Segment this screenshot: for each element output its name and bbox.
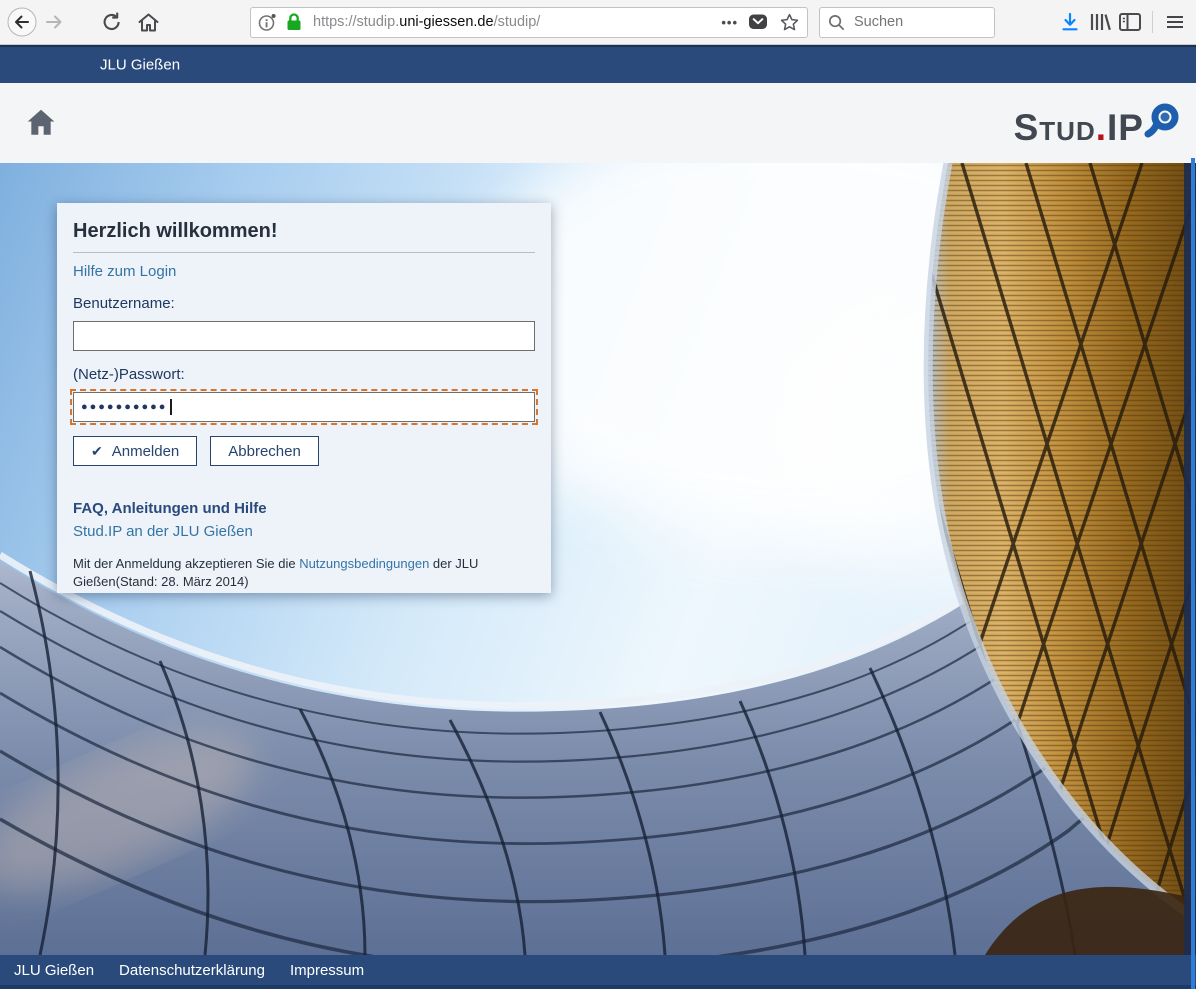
studip-jlu-link[interactable]: Stud.IP an der JLU Gießen [73,523,535,540]
login-card: Herzlich willkommen! Hilfe zum Login Ben… [57,203,551,593]
downloads-button[interactable] [1055,6,1085,38]
download-icon [1058,10,1082,34]
forward-icon [40,8,68,36]
browser-toolbar: https://studip.uni-giessen.de/studip/ ••… [0,0,1196,45]
search-input[interactable] [852,13,976,31]
library-icon [1086,9,1114,35]
login-help-link[interactable]: Hilfe zum Login [73,263,535,280]
url-text: https://studip.uni-giessen.de/studip/ [313,14,715,30]
faq-link[interactable]: FAQ, Anleitungen und Hilfe [73,500,535,517]
footer-link-privacy[interactable]: Datenschutzerklärung [119,962,265,979]
site-header: Stud.IP [0,83,1196,163]
terms-text: Mit der Anmeldung akzeptieren Sie die Nu… [73,555,539,591]
check-icon: ✔ [91,443,103,460]
library-button[interactable] [1085,6,1115,38]
studip-logo: Stud.IP [1014,105,1182,151]
login-submit-button[interactable]: ✔ Anmelden [73,436,197,466]
page-info-icon[interactable] [257,10,278,34]
search-icon [827,13,846,32]
url-bar[interactable]: https://studip.uni-giessen.de/studip/ ••… [250,7,808,38]
text-caret [170,399,172,415]
footer-link-jlu[interactable]: JLU Gießen [14,962,94,979]
sidebar-button[interactable] [1115,6,1145,38]
studip-logo-text: Stud.IP [1014,105,1144,151]
footer-link-imprint[interactable]: Impressum [290,962,364,979]
back-button[interactable] [6,6,38,38]
menu-button[interactable] [1160,6,1190,38]
welcome-title: Herzlich willkommen! [73,220,535,253]
pocket-icon[interactable] [748,12,768,32]
scrollbar-thumb[interactable] [1191,158,1195,989]
toolbar-home-button[interactable] [132,6,164,38]
house-icon [24,105,58,139]
terms-of-use-link[interactable]: Nutzungsbedingungen [299,556,429,571]
forward-button[interactable] [38,6,70,38]
background-photo: Herzlich willkommen! Hilfe zum Login Ben… [0,163,1196,955]
password-label: (Netz-)Passwort: [73,366,535,383]
username-label: Benutzername: [73,295,535,312]
site-footer: JLU Gießen Datenschutzerklärung Impressu… [0,955,1196,985]
bookmark-star-icon[interactable] [778,11,801,34]
password-input[interactable] [73,392,535,422]
search-bar[interactable] [819,7,995,38]
site-home-button[interactable] [24,105,58,139]
site-topbar: JLU Gießen [0,45,1196,83]
password-field-wrapper [73,392,535,422]
studip-swirl-icon [1140,101,1182,143]
page-actions-button[interactable]: ••• [721,15,738,30]
https-lock-icon[interactable] [283,10,305,34]
footer-bottom-strip [0,985,1196,989]
toolbar-separator [1152,11,1153,33]
username-input[interactable] [73,321,535,351]
reload-button[interactable] [96,6,128,38]
back-icon [6,6,38,38]
topbar-brand-link[interactable]: JLU Gießen [100,57,180,74]
sidebar-icon [1116,9,1144,35]
hamburger-icon [1164,11,1186,33]
cancel-button[interactable]: Abbrechen [210,436,319,466]
reload-icon [99,9,125,35]
home-icon [135,9,162,36]
